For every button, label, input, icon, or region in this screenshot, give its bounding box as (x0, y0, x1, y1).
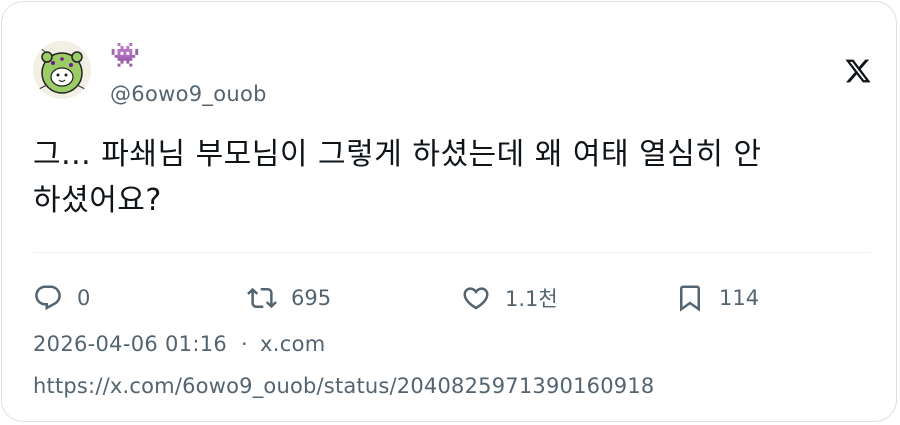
tweet-meta: 2026-04-06 01:16 · x.com (33, 332, 326, 356)
bookmark-icon (680, 285, 700, 312)
meta-separator: · (241, 332, 249, 356)
tweet-text: 그... 파쇄님 부모님이 그렇게 하셨는데 왜 여태 열심히 안 하셨어요? (33, 132, 873, 224)
action-bar: 0 695 1.1천 114 (33, 278, 793, 318)
reply-icon (35, 285, 61, 311)
retweet-button[interactable]: 695 (247, 278, 331, 318)
avatar-image (33, 41, 91, 99)
heart-icon (463, 287, 489, 310)
user-handle[interactable]: @6owo9_ouob (110, 82, 267, 106)
retweet-icon (247, 287, 277, 309)
timestamp[interactable]: 2026-04-06 01:16 (33, 332, 227, 356)
reply-count: 0 (77, 286, 91, 310)
tweet-text-line: 하셨어요? (33, 183, 162, 218)
avatar[interactable] (33, 41, 91, 99)
source-label[interactable]: x.com (260, 332, 325, 356)
reply-button[interactable]: 0 (33, 278, 90, 318)
tweet-text-line: 그... 파쇄님 부모님이 그렇게 하셨는데 왜 여태 열심히 안 (33, 137, 762, 172)
like-button[interactable]: 1.1천 (461, 278, 558, 318)
bookmark-button[interactable]: 114 (675, 278, 759, 318)
retweet-count: 695 (291, 286, 332, 310)
divider (33, 252, 871, 253)
display-name[interactable]: 👾 (110, 40, 140, 70)
tweet-url[interactable]: https://x.com/6owo9_ouob/status/20408259… (33, 374, 654, 398)
bookmark-count: 114 (719, 286, 760, 310)
like-count: 1.1천 (505, 287, 558, 311)
tweet-card: 👾 @6owo9_ouob 그... 파쇄님 부모님이 그렇게 하셨는데 왜 여… (1, 1, 897, 422)
x-logo-icon[interactable] (844, 57, 872, 85)
